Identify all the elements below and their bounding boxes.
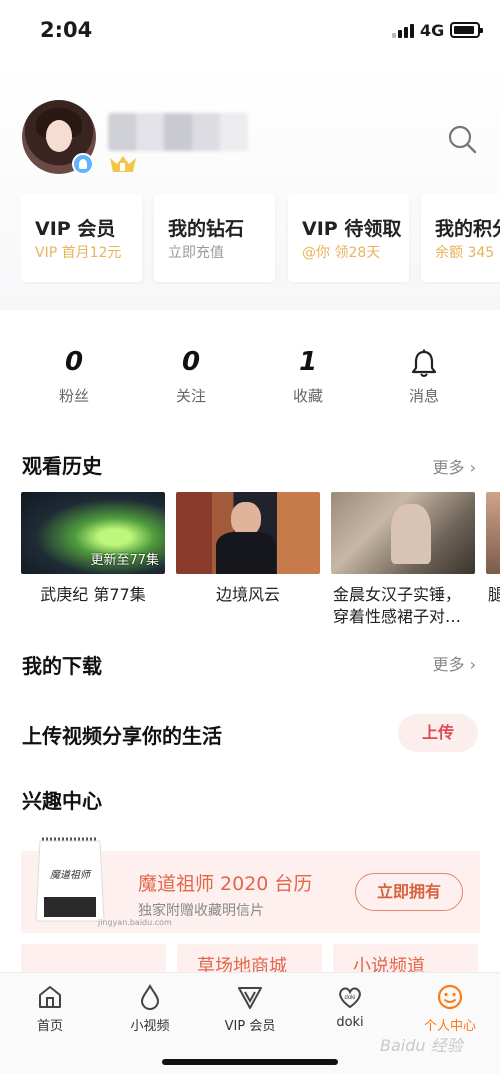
downloads-more-link[interactable]: 更多 › <box>432 651 476 675</box>
status-bar: 2:04 4G <box>0 0 500 62</box>
bell-icon <box>411 349 437 377</box>
stat-followers[interactable]: 0 粉丝 <box>19 345 129 406</box>
tab-short-video[interactable]: 小视频 <box>110 983 190 1034</box>
vip-card-pending[interactable]: VIP 待领取 @你 领28天 <box>288 194 409 282</box>
signal-icon <box>392 24 414 38</box>
card-title: 我的钻石 <box>168 218 245 240</box>
search-icon[interactable] <box>446 123 478 155</box>
tab-doki[interactable]: doki doki <box>310 983 390 1030</box>
vip-level-badge-icon <box>110 156 136 172</box>
video-thumbnail <box>486 492 500 574</box>
calendar-logo: 魔道祖师 <box>50 870 90 881</box>
video-title: 武庚纪 第77集 <box>40 585 146 604</box>
own-now-button[interactable]: 立即拥有 <box>355 873 463 911</box>
stat-label: 收藏 <box>292 387 323 405</box>
video-title: 腿… <box>488 585 500 604</box>
chevron-right-icon: › <box>469 655 476 674</box>
watermark: Baidu 经验 <box>380 1036 463 1055</box>
vip-icon <box>238 987 262 1009</box>
banner-title: 魔道祖师 2020 台历 <box>138 873 313 895</box>
video-thumbnail <box>176 492 320 574</box>
stat-favorites[interactable]: 1 收藏 <box>253 345 363 406</box>
vip-card-row: VIP 会员 VIP 首月12元 我的钻石 立即充值 VIP 待领取 @你 领2… <box>21 194 500 284</box>
smile-icon <box>437 984 463 1010</box>
card-title: VIP 会员 <box>35 218 116 240</box>
tab-label: VIP 会员 <box>224 1019 276 1034</box>
episode-overlay: 更新至77集 <box>90 553 159 568</box>
upload-button[interactable]: 上传 <box>398 714 478 752</box>
video-title: 金晨女汉子实锤，穿着性感裙子对… <box>333 585 462 626</box>
history-more-link[interactable]: 更多 › <box>432 454 476 478</box>
stat-label: 消息 <box>408 387 439 405</box>
stat-value: 0 <box>181 347 201 377</box>
video-thumbnail <box>331 492 475 574</box>
tab-profile[interactable]: 个人中心 <box>410 983 490 1034</box>
history-title: 观看历史 <box>22 454 102 478</box>
vip-card-points[interactable]: 我的积分 余额 345 <box>421 194 500 282</box>
username-blurred[interactable] <box>108 113 248 151</box>
card-title: VIP 待领取 <box>302 218 402 240</box>
stat-value: 1 <box>298 347 318 377</box>
stat-messages[interactable]: 消息 <box>369 345 479 406</box>
card-subtitle: 立即充值 <box>168 245 224 261</box>
home-icon <box>39 986 61 1008</box>
chevron-right-icon: › <box>469 458 476 477</box>
more-label: 更多 <box>432 655 465 674</box>
battery-icon <box>450 22 483 38</box>
banner-subtitle: 独家附赠收藏明信片 <box>138 903 264 919</box>
video-thumbnail: 更新至77集 <box>21 492 165 574</box>
interest-title: 兴趣中心 <box>22 789 102 813</box>
tab-home[interactable]: 首页 <box>10 983 90 1034</box>
stat-following[interactable]: 0 关注 <box>136 345 246 406</box>
history-item[interactable]: 金晨女汉子实锤，穿着性感裙子对… <box>331 492 475 628</box>
history-list: 更新至77集 武庚纪 第77集 边境风云 金晨女汉子实锤，穿着性感裙子对… 腿… <box>21 492 500 632</box>
network-type: 4G <box>420 21 445 40</box>
more-label: 更多 <box>432 458 465 477</box>
tab-label: 小视频 <box>130 1019 170 1034</box>
stats-row: 0 粉丝 0 关注 1 收藏 消息 <box>0 345 500 415</box>
history-item[interactable]: 更新至77集 武庚纪 第77集 <box>21 492 165 606</box>
upload-prompt: 上传视频分享你的生活 <box>22 724 222 748</box>
stat-value: 0 <box>64 347 84 377</box>
vip-card-diamond[interactable]: 我的钻石 立即充值 <box>154 194 275 282</box>
card-subtitle: VIP 首月12元 <box>35 245 122 261</box>
status-time: 2:04 <box>40 18 93 42</box>
history-item[interactable]: 腿… <box>486 492 500 606</box>
droplet-icon <box>140 983 160 1010</box>
svg-text:doki: doki <box>344 995 355 1001</box>
tab-vip[interactable]: VIP 会员 <box>210 983 290 1034</box>
stat-label: 关注 <box>175 387 206 405</box>
gender-badge-icon <box>72 153 94 175</box>
card-subtitle: 余额 345 <box>435 245 495 261</box>
doki-icon: doki <box>339 987 361 1009</box>
video-title: 边境风云 <box>215 585 280 604</box>
vip-card-membership[interactable]: VIP 会员 VIP 首月12元 <box>21 194 142 282</box>
card-title: 我的积分 <box>435 218 500 240</box>
profile-page: 2:04 4G VIP 会员 VIP 首月12元 我的钻石 立即充值 VIP 待… <box>0 0 500 1074</box>
tab-label: doki <box>336 1015 364 1030</box>
home-indicator[interactable] <box>162 1059 338 1065</box>
tab-label: 首页 <box>36 1019 63 1034</box>
card-subtitle: @你 领28天 <box>302 245 381 261</box>
downloads-title[interactable]: 我的下载 <box>22 650 102 679</box>
stat-label: 粉丝 <box>58 387 89 405</box>
history-item[interactable]: 边境风云 <box>176 492 320 606</box>
